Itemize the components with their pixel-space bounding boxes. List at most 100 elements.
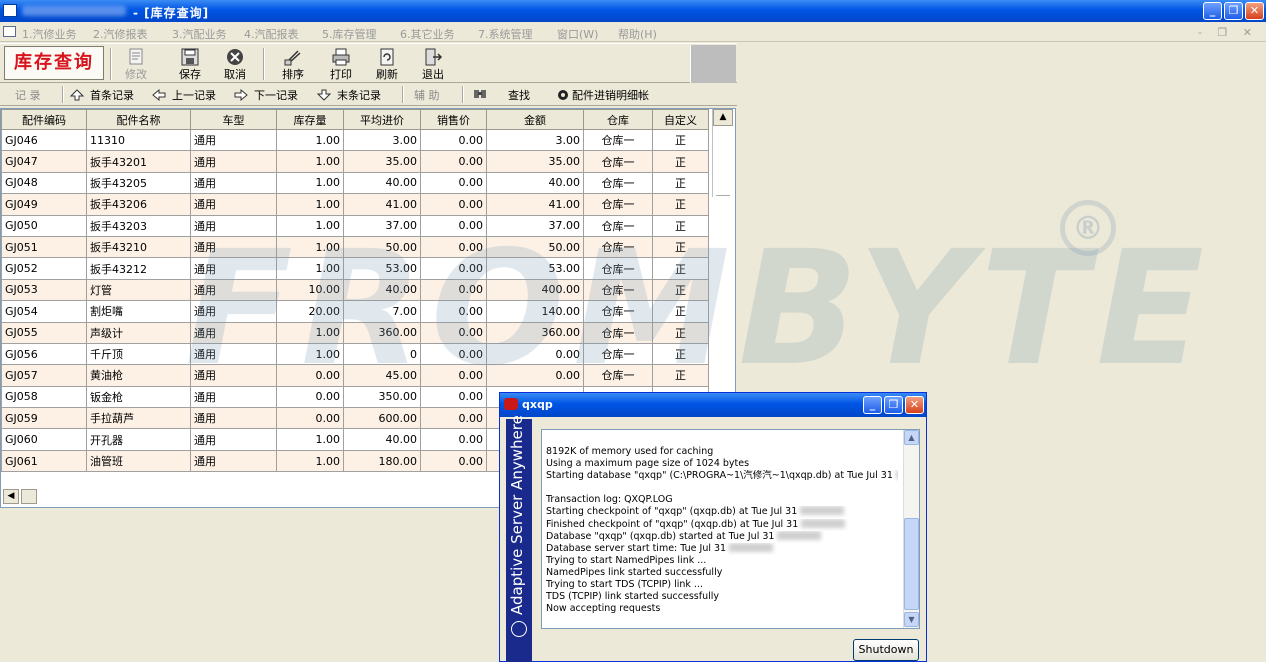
table-cell[interactable]: 0.00 xyxy=(420,407,487,430)
table-cell[interactable]: 正 xyxy=(652,278,709,302)
table-cell[interactable]: 1.00 xyxy=(276,449,344,473)
table-cell[interactable]: 1.00 xyxy=(276,428,344,451)
table-cell[interactable]: 扳手43210 xyxy=(86,235,191,259)
find-button[interactable] xyxy=(473,87,493,100)
log-scrollbar[interactable]: ▲ ▼ xyxy=(903,430,919,628)
table-cell[interactable]: GJ047 xyxy=(1,150,87,173)
table-row[interactable]: GJ055 声级计 通用 1.00 360.00 0.00 360.00 仓库一正 xyxy=(1,321,709,344)
table-cell[interactable]: 正 xyxy=(652,214,709,237)
restore-button[interactable]: ❐ xyxy=(1224,2,1243,20)
table-cell[interactable]: GJ058 xyxy=(1,385,87,409)
table-cell[interactable]: 53.00 xyxy=(486,257,584,280)
table-cell[interactable]: 0.00 xyxy=(420,150,487,173)
scroll-down-icon[interactable]: ▼ xyxy=(904,612,919,627)
table-cell[interactable]: 1.00 xyxy=(276,257,344,280)
table-cell[interactable]: 正 xyxy=(652,300,709,323)
table-cell[interactable]: 通用 xyxy=(190,193,277,216)
table-cell[interactable]: 0 xyxy=(343,342,421,366)
table-cell[interactable]: GJ052 xyxy=(1,257,87,280)
dialog-minimize-button[interactable]: _ xyxy=(863,396,882,414)
table-cell[interactable]: 正 xyxy=(652,150,709,173)
table-cell[interactable]: 仓库一 xyxy=(583,342,653,366)
table-cell[interactable]: 50.00 xyxy=(343,235,421,259)
table-cell[interactable]: 360.00 xyxy=(343,321,421,344)
column-header[interactable]: 配件名称 xyxy=(86,109,191,130)
table-cell[interactable]: 通用 xyxy=(190,428,277,451)
table-cell[interactable]: 1.00 xyxy=(276,128,344,152)
table-cell[interactable]: 0.00 xyxy=(276,407,344,430)
table-cell[interactable]: 正 xyxy=(652,235,709,259)
column-header[interactable]: 仓库 xyxy=(583,109,653,130)
table-cell[interactable]: 扳手43205 xyxy=(86,171,191,195)
table-cell[interactable]: 0.00 xyxy=(276,385,344,409)
table-row[interactable]: GJ047 扳手43201 通用 1.00 35.00 0.00 35.00 仓库一正 xyxy=(1,150,709,173)
table-cell[interactable]: GJ060 xyxy=(1,428,87,451)
scroll-left-icon[interactable]: ◀ xyxy=(3,489,19,504)
scroll-up-icon[interactable]: ▲ xyxy=(904,430,919,445)
table-cell[interactable]: 40.00 xyxy=(343,428,421,451)
table-row[interactable]: GJ048 扳手43205 通用 1.00 40.00 0.00 40.00 仓库一正 xyxy=(1,171,709,195)
table-cell[interactable]: 通用 xyxy=(190,342,277,366)
table-row[interactable]: GJ057 黄油枪 通用 0.00 45.00 0.00 0.00 仓库一正 xyxy=(1,364,709,387)
table-cell[interactable]: 仓库一 xyxy=(583,150,653,173)
table-cell[interactable]: 10.00 xyxy=(276,278,344,302)
table-cell[interactable]: 通用 xyxy=(190,128,277,152)
menu-other-business[interactable]: 6.其它业务 xyxy=(400,26,455,42)
menu-window[interactable]: 窗口(W) xyxy=(557,26,598,42)
table-cell[interactable]: GJ053 xyxy=(1,278,87,302)
table-cell[interactable]: 通用 xyxy=(190,407,277,430)
table-cell[interactable]: GJ049 xyxy=(1,193,87,216)
dialog-maximize-button[interactable]: ❐ xyxy=(884,396,903,414)
table-cell[interactable]: 53.00 xyxy=(343,257,421,280)
table-cell[interactable]: 350.00 xyxy=(343,385,421,409)
menu-help[interactable]: 帮助(H) xyxy=(618,26,657,42)
table-cell[interactable]: 声级计 xyxy=(86,321,191,344)
table-cell[interactable]: 40.00 xyxy=(486,171,584,195)
table-cell[interactable]: 正 xyxy=(652,128,709,152)
table-cell[interactable]: 0.00 xyxy=(420,214,487,237)
table-cell[interactable]: 1.00 xyxy=(276,235,344,259)
minimize-button[interactable]: _ xyxy=(1203,2,1222,20)
table-cell[interactable]: GJ046 xyxy=(1,128,87,152)
table-cell[interactable]: 正 xyxy=(652,364,709,387)
table-cell[interactable]: 通用 xyxy=(190,449,277,473)
table-cell[interactable]: 开孔器 xyxy=(86,428,191,451)
table-cell[interactable]: 通用 xyxy=(190,385,277,409)
table-cell[interactable]: 通用 xyxy=(190,278,277,302)
table-cell[interactable]: 7.00 xyxy=(343,300,421,323)
table-cell[interactable]: 0.00 xyxy=(486,364,584,387)
column-header[interactable]: 自定义 xyxy=(652,109,709,130)
table-cell[interactable]: 仓库一 xyxy=(583,235,653,259)
table-cell[interactable]: GJ056 xyxy=(1,342,87,366)
table-cell[interactable]: 35.00 xyxy=(486,150,584,173)
table-cell[interactable]: 通用 xyxy=(190,300,277,323)
table-cell[interactable]: GJ054 xyxy=(1,300,87,323)
table-cell[interactable]: 通用 xyxy=(190,257,277,280)
table-cell[interactable]: 仓库一 xyxy=(583,321,653,344)
table-row[interactable]: GJ050 扳手43203 通用 1.00 37.00 0.00 37.00 仓库一正 xyxy=(1,214,709,237)
table-cell[interactable]: 140.00 xyxy=(486,300,584,323)
table-cell[interactable]: 仓库一 xyxy=(583,171,653,195)
table-cell[interactable]: 35.00 xyxy=(343,150,421,173)
table-cell[interactable]: 仓库一 xyxy=(583,214,653,237)
table-cell[interactable]: 仓库一 xyxy=(583,364,653,387)
table-cell[interactable]: 0.00 xyxy=(420,300,487,323)
table-cell[interactable]: 0.00 xyxy=(420,321,487,344)
table-cell[interactable]: 通用 xyxy=(190,235,277,259)
find-label[interactable]: 查找 xyxy=(508,87,530,103)
table-cell[interactable]: 1.00 xyxy=(276,171,344,195)
table-cell[interactable]: 1.00 xyxy=(276,214,344,237)
table-cell[interactable]: 0.00 xyxy=(420,278,487,302)
table-cell[interactable]: 仓库一 xyxy=(583,257,653,280)
vertical-scrollbar[interactable]: ▲ xyxy=(712,109,734,197)
table-cell[interactable]: 通用 xyxy=(190,171,277,195)
next-record-button[interactable]: 下一记录 xyxy=(234,87,298,103)
table-cell[interactable]: 正 xyxy=(652,321,709,344)
table-cell[interactable]: 40.00 xyxy=(343,171,421,195)
table-cell[interactable]: 0.00 xyxy=(420,128,487,152)
menu-inventory[interactable]: 5.库存管理 xyxy=(322,26,377,42)
table-row[interactable]: GJ046 11310 通用 1.00 3.00 0.00 3.00 仓库一正 xyxy=(1,128,709,152)
table-cell[interactable]: 3.00 xyxy=(486,128,584,152)
table-cell[interactable]: 0.00 xyxy=(276,364,344,387)
table-cell[interactable]: 正 xyxy=(652,193,709,216)
